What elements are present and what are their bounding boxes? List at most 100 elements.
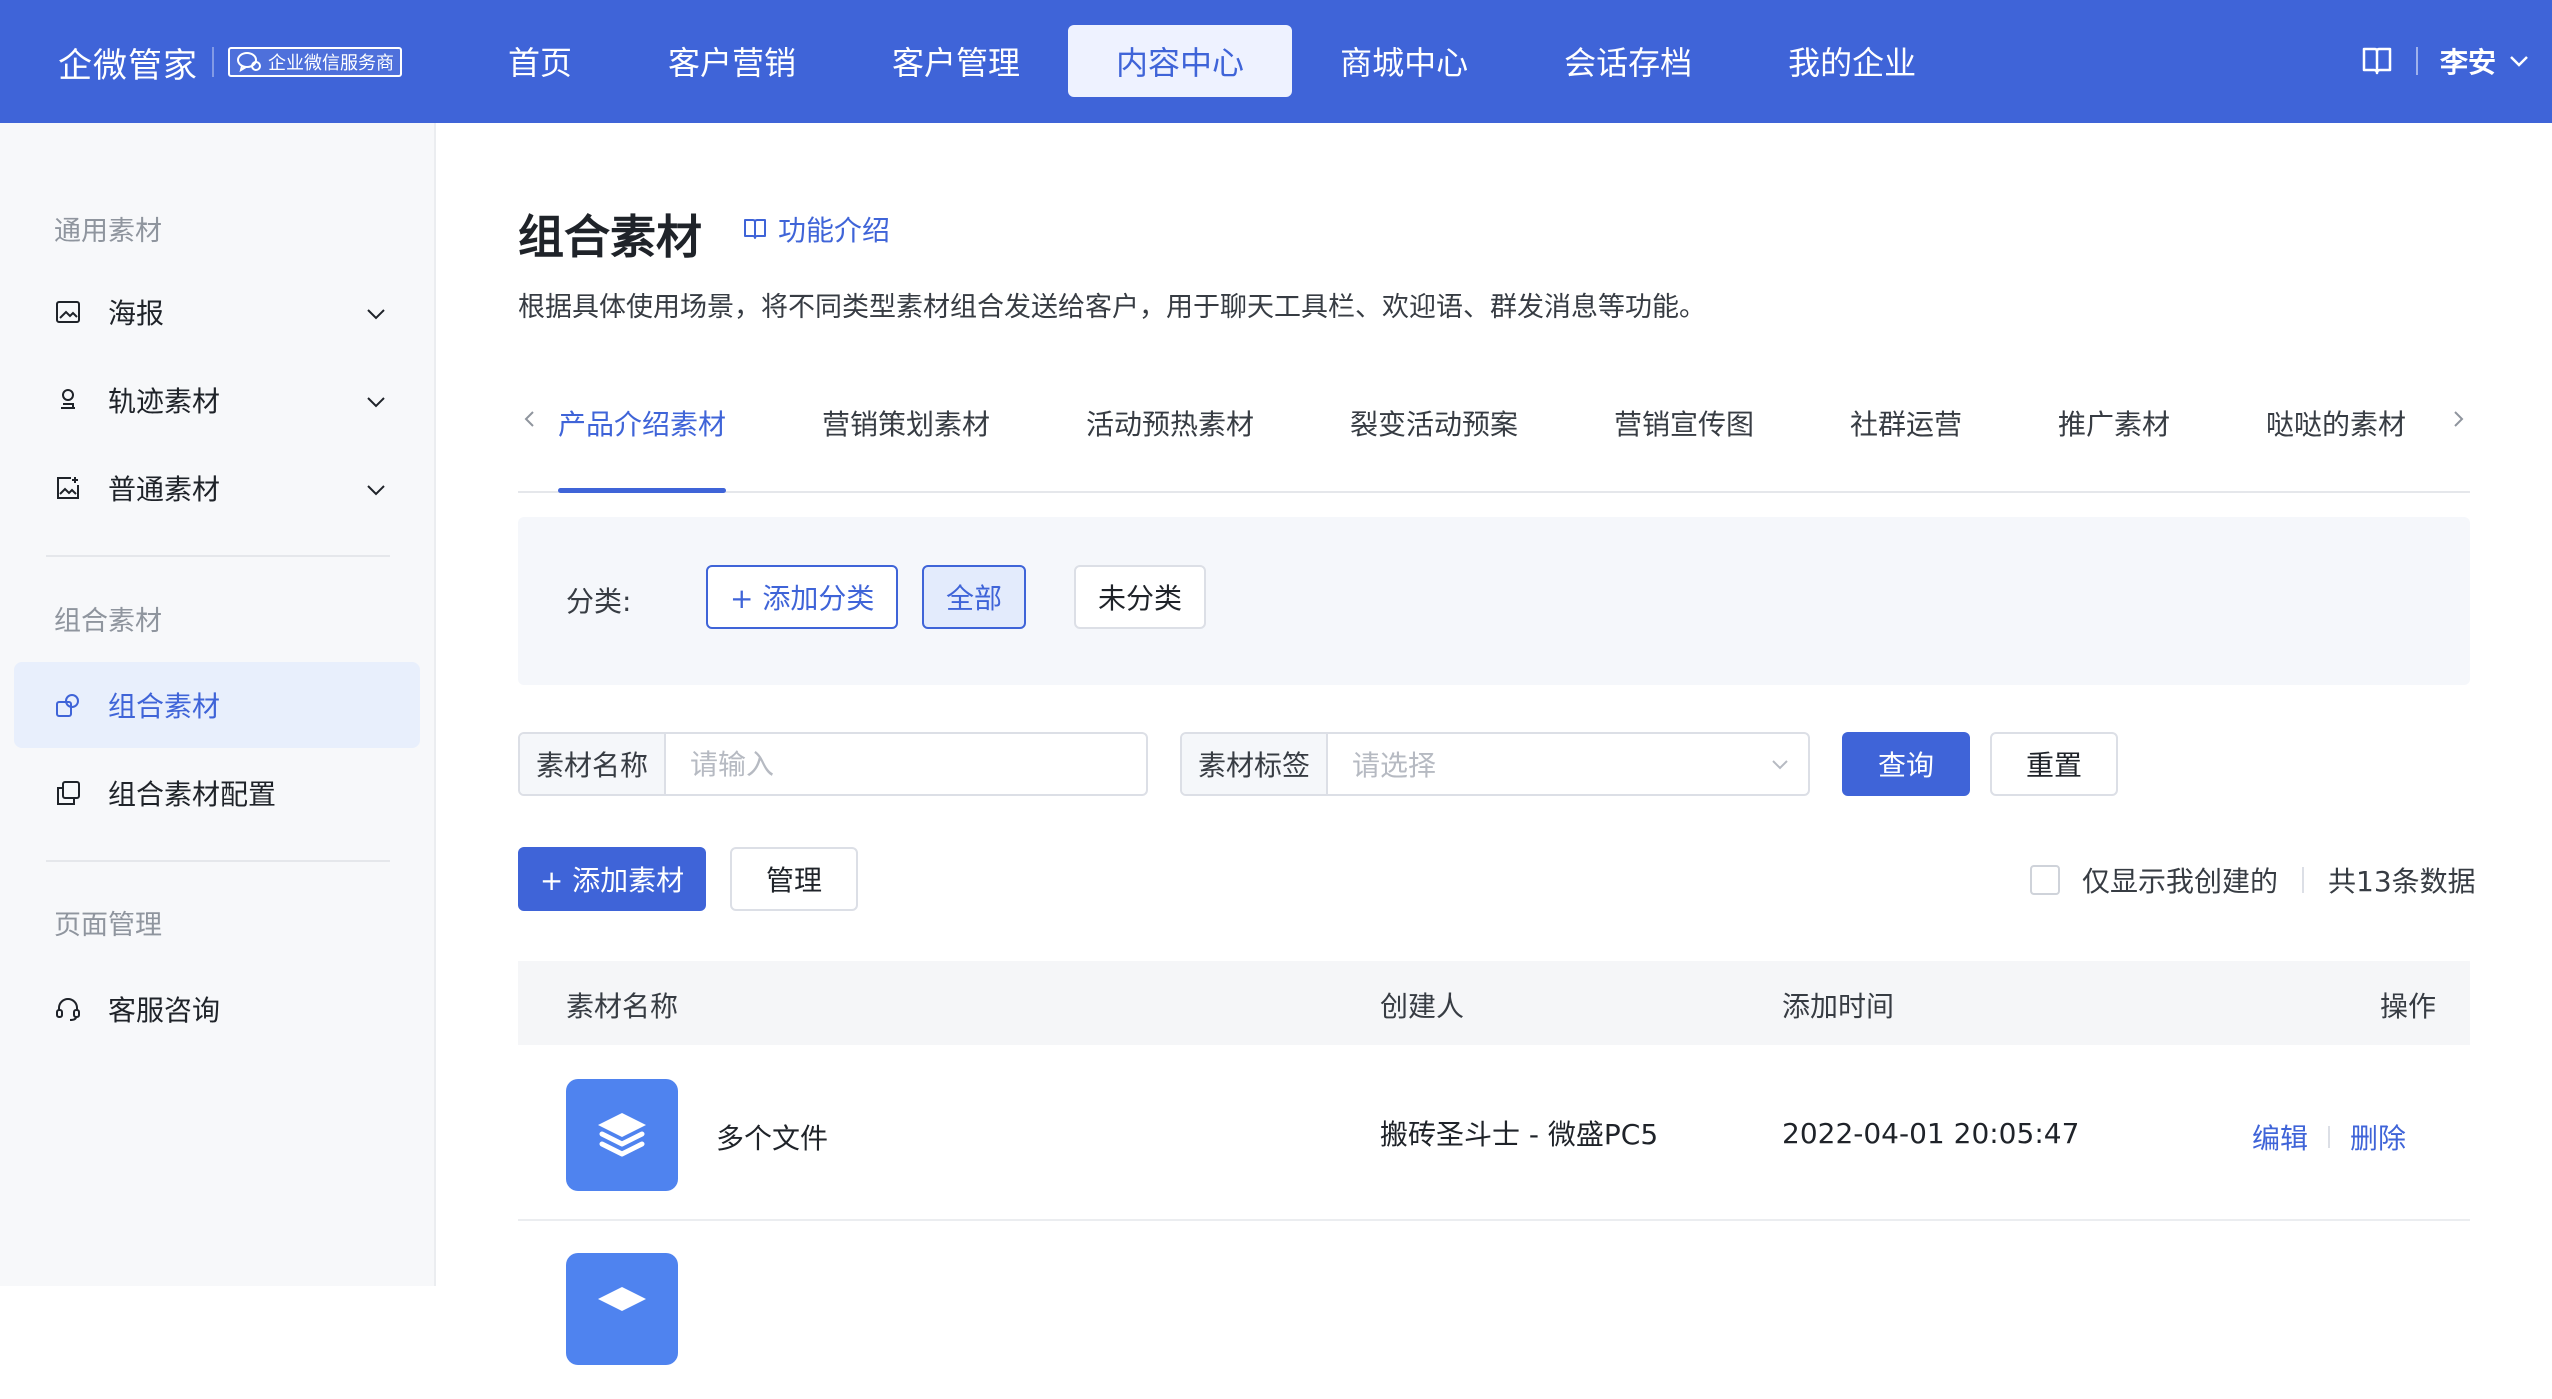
table-row (518, 1223, 2470, 1399)
image-plus-icon (54, 473, 84, 503)
add-material-button[interactable]: + 添加素材 (518, 847, 706, 911)
layers-icon (566, 1079, 678, 1191)
chevron-left-icon[interactable] (518, 407, 542, 431)
query-button[interactable]: 查询 (1842, 732, 1970, 796)
added-time: 2022-04-01 20:05:47 (1782, 1117, 2080, 1150)
tab-dada-material[interactable]: 哒哒的素材 (2266, 383, 2406, 491)
book-icon[interactable] (2360, 45, 2394, 77)
headset-icon (54, 994, 84, 1024)
reset-button[interactable]: 重置 (1990, 732, 2118, 796)
sidebar-divider (46, 555, 390, 557)
nav-customer-management[interactable]: 客户管理 (844, 25, 1068, 97)
nav-chat-archive[interactable]: 会话存档 (1516, 25, 1740, 97)
sidebar-item-label: 组合素材 (108, 690, 221, 723)
feature-intro-label: 功能介绍 (778, 214, 891, 247)
material-tag-select[interactable]: 素材标签 请选择 (1180, 732, 1810, 796)
col-creator: 创建人 (1380, 990, 1465, 1023)
divider (2327, 1126, 2330, 1148)
divider (2302, 867, 2305, 893)
sidebar-item-label: 普通素材 (108, 473, 221, 506)
material-name-label: 素材名称 (520, 734, 667, 794)
sidebar-group-title: 页面管理 (54, 910, 162, 941)
nav-my-enterprise[interactable]: 我的企业 (1740, 25, 1964, 97)
manage-button[interactable]: 管理 (730, 847, 858, 911)
sidebar-item-combined-material[interactable]: 组合素材 (14, 662, 420, 748)
add-category-button[interactable]: + 添加分类 (706, 565, 899, 629)
total-count: 共13条数据 (2328, 865, 2476, 898)
tab-marketing-poster[interactable]: 营销宣传图 (1614, 383, 1754, 491)
chevron-down-icon (364, 476, 388, 500)
only-mine-checkbox[interactable] (2030, 865, 2060, 895)
page-title: 组合素材 (518, 210, 702, 264)
copy-icon (54, 778, 84, 808)
top-right-tools: 李安 (2360, 36, 2530, 86)
chevron-down-icon[interactable] (2508, 50, 2530, 72)
sidebar-item-poster[interactable]: 海报 (14, 269, 420, 355)
page-description: 根据具体使用场景，将不同类型素材组合发送给客户，用于聊天工具栏、欢迎语、群发消息… (518, 292, 1706, 323)
sidebar-item-label: 组合素材配置 (108, 778, 277, 811)
user-name[interactable]: 李安 (2440, 41, 2496, 81)
nav-customer-marketing[interactable]: 客户营销 (620, 25, 844, 97)
nav-content-center[interactable]: 内容中心 (1068, 25, 1293, 97)
nav-mall-center[interactable]: 商城中心 (1292, 25, 1516, 97)
category-uncategorized[interactable]: 未分类 (1074, 565, 1207, 629)
only-mine-label[interactable]: 仅显示我创建的 (2082, 860, 2278, 900)
nav-home[interactable]: 首页 (460, 25, 620, 97)
stamp-icon (54, 385, 84, 415)
tab-fission-plan[interactable]: 裂变活动预案 (1350, 383, 1518, 491)
chevron-down-icon (364, 388, 388, 412)
material-name[interactable]: 多个文件 (716, 1117, 828, 1157)
material-tabs: 产品介绍素材 营销策划素材 活动预热素材 裂变活动预案 营销宣传图 社群运营 推… (518, 383, 2470, 493)
sidebar-divider (46, 860, 390, 862)
tab-marketing-plan[interactable]: 营销策划素材 (822, 383, 990, 491)
row-actions: 编辑 删除 (2252, 1117, 2406, 1157)
sidebar-group-title: 组合素材 (54, 606, 162, 637)
brand[interactable]: 企微管家 企业微信服务商 (58, 38, 402, 86)
sidebar-item-label: 客服咨询 (108, 994, 221, 1027)
material-name-input[interactable] (666, 734, 1146, 794)
sidebar-item-customer-service[interactable]: 客服咨询 (14, 966, 420, 1052)
creator: 搬砖圣斗士 - 微盛PC5 (1380, 1118, 1659, 1151)
chevron-down-icon (1752, 734, 1808, 794)
sidebar-item-normal-material[interactable]: 普通素材 (14, 445, 420, 531)
tab-product-intro[interactable]: 产品介绍素材 (558, 383, 727, 493)
material-tag-placeholder: 请选择 (1352, 749, 1437, 782)
main-nav: 首页 客户营销 客户管理 内容中心 商城中心 会话存档 我的企业 (460, 25, 1964, 97)
main-content: 组合素材 功能介绍 根据具体使用场景，将不同类型素材组合发送给客户，用于聊天工具… (438, 123, 2552, 1365)
divider (2415, 47, 2418, 75)
brand-divider (212, 47, 214, 77)
sidebar-item-label: 轨迹素材 (108, 385, 221, 418)
top-navbar: 企微管家 企业微信服务商 首页 客户营销 客户管理 内容中心 商城中心 会话存档… (0, 0, 2552, 123)
sidebar-item-combined-config[interactable]: 组合素材配置 (14, 750, 420, 836)
chevron-down-icon (364, 300, 388, 324)
tab-community-ops[interactable]: 社群运营 (1850, 383, 1962, 491)
only-mine-filter: 仅显示我创建的 共13条数据 (2030, 860, 2476, 900)
edit-button[interactable]: 编辑 (2252, 1117, 2308, 1157)
service-provider-badge: 企业微信服务商 (228, 47, 402, 77)
brand-name: 企微管家 (58, 45, 198, 86)
badge-text: 企业微信服务商 (268, 53, 394, 74)
feature-intro-link[interactable]: 功能介绍 (742, 209, 890, 249)
book-icon (742, 216, 768, 242)
table-header: 素材名称 创建人 添加时间 操作 (518, 961, 2470, 1045)
sidebar-item-label: 海报 (108, 297, 165, 330)
sidebar: 通用素材 海报 轨迹素材 普通素材 组合素材 组合素材 组合素材配置 页面管理 … (0, 123, 436, 1286)
material-name-field: 素材名称 (518, 732, 1148, 796)
category-label: 分类: (566, 585, 632, 618)
tab-promotion[interactable]: 推广素材 (2058, 383, 2170, 491)
wecom-icon (236, 51, 262, 73)
sidebar-group-title: 通用素材 (54, 216, 162, 247)
image-icon (54, 297, 84, 327)
sidebar-item-track-material[interactable]: 轨迹素材 (14, 357, 420, 443)
category-filter: 分类: + 添加分类 全部 未分类 (518, 517, 2470, 685)
tab-activity-warmup[interactable]: 活动预热素材 (1086, 383, 1254, 491)
col-added-time: 添加时间 (1782, 990, 1895, 1023)
combine-icon (54, 690, 84, 720)
col-material-name: 素材名称 (566, 990, 679, 1023)
delete-button[interactable]: 删除 (2350, 1117, 2406, 1157)
col-actions: 操作 (2380, 990, 2437, 1023)
table-row: 多个文件 搬砖圣斗士 - 微盛PC5 2022-04-01 20:05:47 编… (518, 1045, 2470, 1221)
chevron-right-icon[interactable] (2446, 407, 2470, 431)
material-tag-label: 素材标签 (1182, 734, 1329, 794)
category-all[interactable]: 全部 (922, 565, 1027, 629)
